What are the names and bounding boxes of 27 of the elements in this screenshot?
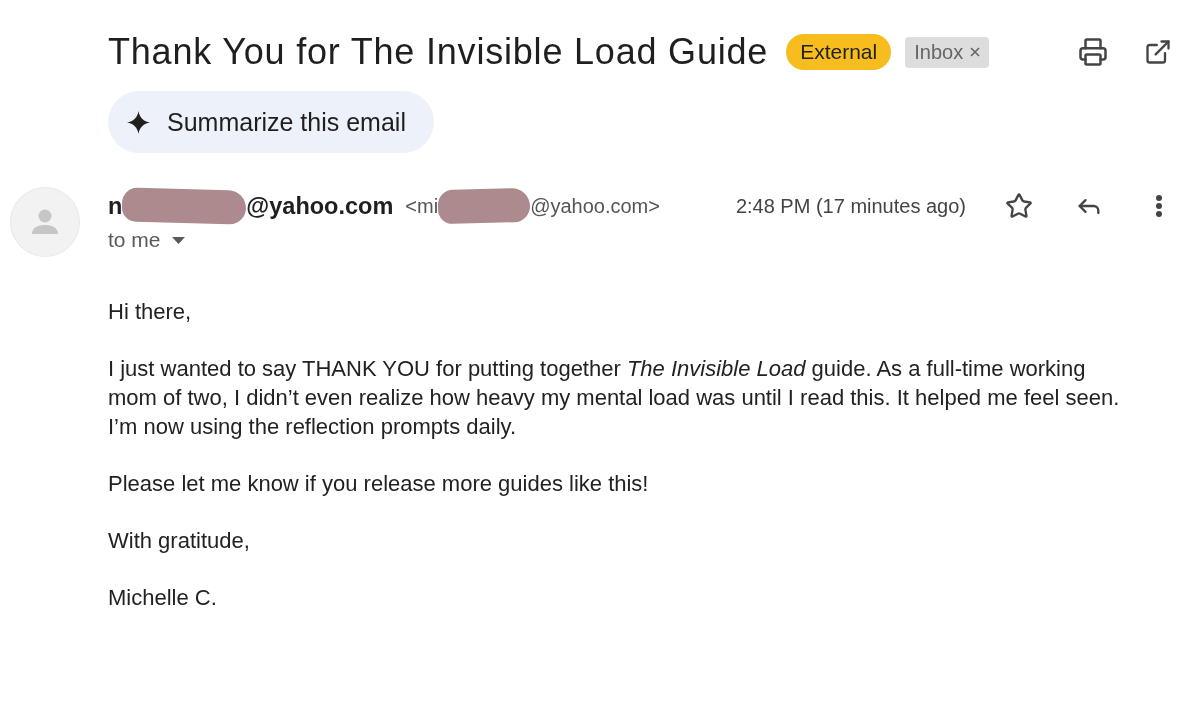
sender-address: @yahoo.com> bbox=[530, 194, 660, 218]
caret-icon bbox=[171, 236, 185, 244]
print-button[interactable] bbox=[1078, 37, 1108, 67]
sparkle-icon bbox=[127, 110, 150, 134]
body-paragraph: With gratitude, bbox=[108, 527, 251, 555]
summarize-button[interactable]: Summarize this email bbox=[108, 91, 434, 153]
email-time: 2:48 PM (17 minutes ago) bbox=[735, 194, 966, 218]
close-icon[interactable] bbox=[970, 47, 981, 57]
more-button[interactable] bbox=[1156, 195, 1162, 217]
sender-name: @yahoo.com bbox=[246, 192, 394, 220]
email-subject: Thank You for The Invisible Load Guide bbox=[108, 31, 769, 73]
body-paragraph: I just wanted to say THANK YOU for putting together The Invisible Load guide. As a full-time working mom of two, I didn’t even realize how heavy my mental load was until I read this. It helped me feel seen. I’m now using the reflection prompts daily. bbox=[108, 355, 1121, 441]
body-paragraph: Please let me know if you release more guides like this! bbox=[108, 470, 650, 498]
more-icon bbox=[1156, 195, 1162, 217]
avatar-icon bbox=[10, 187, 80, 257]
external-link-icon bbox=[1144, 38, 1172, 66]
label-text: Inbox bbox=[914, 40, 964, 64]
star-button[interactable] bbox=[1005, 192, 1033, 220]
print-icon bbox=[1078, 37, 1108, 67]
sender-name: n bbox=[108, 192, 123, 220]
body-paragraph: Hi there, bbox=[108, 298, 193, 326]
recipient-dropdown[interactable]: to me bbox=[108, 228, 185, 252]
label-text: External bbox=[800, 40, 878, 64]
body-paragraph: Michelle C. bbox=[108, 584, 218, 612]
open-in-new-window-button[interactable] bbox=[1144, 38, 1172, 66]
sender-address: <mi bbox=[405, 194, 439, 218]
star-icon bbox=[1005, 192, 1033, 220]
